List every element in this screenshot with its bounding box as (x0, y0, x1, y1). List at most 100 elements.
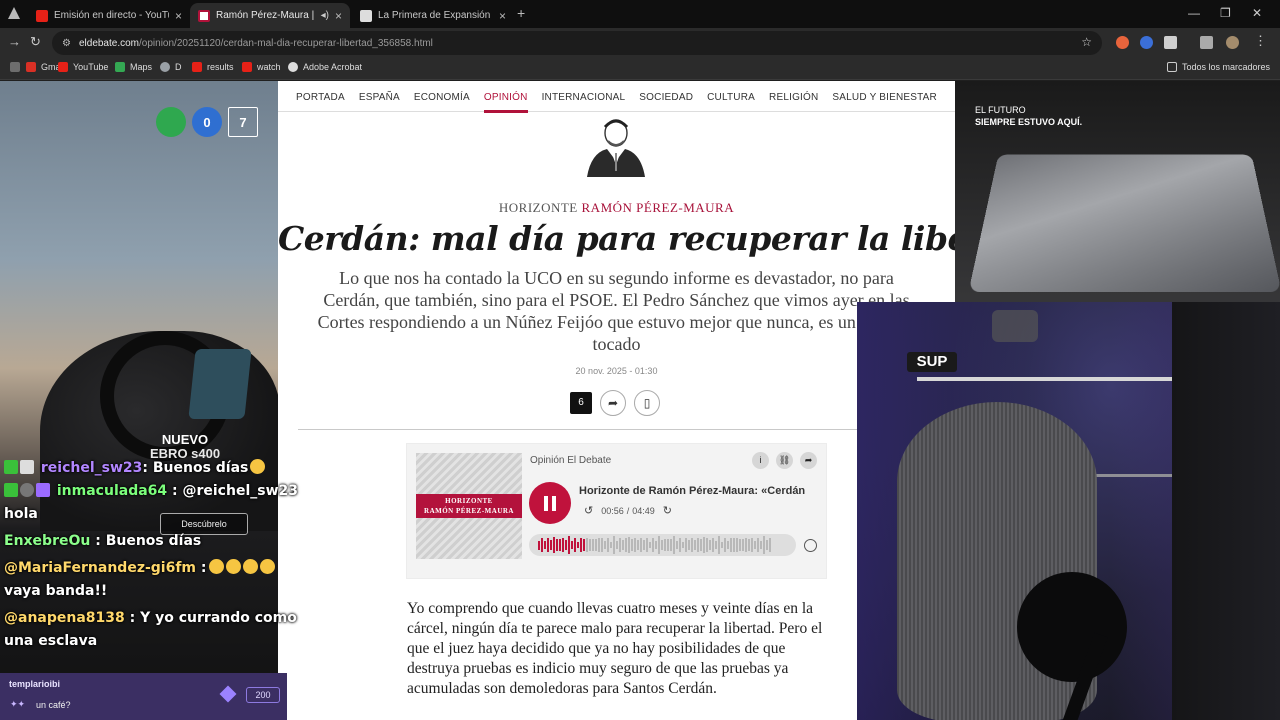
chat-user: inmaculada64 (56, 483, 168, 499)
chat-user: @MariaFernandez-gi6fm (4, 560, 197, 576)
audio-playing-icon[interactable]: ◂) (321, 10, 329, 21)
maximize-icon[interactable]: ❐ (1220, 6, 1231, 20)
waveform-bar (676, 540, 678, 550)
screen: Emisión en directo - YouTube Studio × Ra… (0, 0, 1280, 720)
bookmark-adobe-acrobat[interactable]: Adobe Acrobat (288, 62, 362, 72)
profile-avatar[interactable] (1226, 36, 1239, 49)
share-icon[interactable]: ➦ (800, 452, 817, 469)
eco-label-icon (156, 107, 186, 137)
rewind-icon[interactable]: ↺ (584, 504, 593, 517)
nav-portada[interactable]: PORTADA (296, 82, 345, 113)
tab-title: La Primera de Expansión sobre (378, 10, 493, 21)
nav-cultura[interactable]: CULTURA (707, 82, 755, 113)
door (1172, 302, 1280, 720)
waveform-bar (682, 541, 684, 549)
mod-badge-icon (20, 483, 34, 497)
flushed-face-icon (208, 559, 224, 574)
waveform-bar (754, 541, 756, 549)
speed-icon[interactable] (804, 539, 817, 552)
episode-title: Horizonte de Ramón Pérez-Maura: «Cerdán (579, 485, 806, 497)
url-text: eldebate.com/opinion/20251120/cerdan-mal… (79, 38, 433, 49)
share-icon[interactable]: ➦ (600, 390, 626, 416)
chat-user: reichel_sw23 (40, 460, 143, 476)
bits-count: 200 (246, 687, 280, 703)
nav-espana[interactable]: ESPAÑA (359, 82, 400, 113)
article-kicker: HORIZONTE RAMÓN PÉREZ-MAURA (278, 200, 955, 216)
waveform-bar (679, 537, 681, 553)
time-separator: / (626, 505, 630, 516)
tab-expansion[interactable]: La Primera de Expansión sobre × (352, 3, 514, 28)
tab-title: Ramón Pérez-Maura | Cerdán: mal día (216, 10, 315, 21)
waveform-bar (652, 537, 654, 553)
waveform-bar (601, 537, 603, 553)
waveform-bar (730, 537, 732, 553)
media-controls-icon[interactable] (1200, 36, 1213, 49)
forward-icon[interactable]: → (8, 34, 21, 49)
bookmark-star-icon[interactable]: ☆ (1081, 35, 1092, 49)
chat-message: EnxebreOu : Buenos días (4, 533, 202, 549)
waveform-bar (724, 537, 726, 553)
nav-opinion[interactable]: OPINIÓN (483, 82, 528, 113)
bookmark-youtube[interactable]: YouTube (58, 62, 108, 72)
waveform-bar (559, 539, 561, 551)
link-icon[interactable]: ⛓ (776, 452, 793, 469)
waveform-bar (715, 540, 717, 550)
minimize-icon[interactable]: — (1188, 6, 1200, 20)
tab-youtube-studio[interactable]: Emisión en directo - YouTube Studio × (28, 3, 190, 28)
tab-el-debate[interactable]: Ramón Pérez-Maura | Cerdán: mal día ◂) × (190, 3, 350, 28)
bookmark-results[interactable]: results (192, 62, 234, 72)
forward-icon[interactable]: ↻ (663, 504, 672, 517)
bits-gem-icon (219, 685, 237, 703)
article-page: PORTADA ESPAÑA ECONOMÍA OPINIÓN INTERNAC… (278, 81, 955, 720)
car-screen (188, 349, 252, 419)
waveform-bar (556, 538, 558, 552)
browser-menu-icon[interactable] (8, 7, 20, 19)
close-icon[interactable]: × (175, 9, 182, 23)
comments-button[interactable]: 6 (570, 392, 592, 414)
bookmark-apps-icon[interactable] (10, 62, 20, 72)
waveform-bar (640, 537, 642, 553)
site-info-icon[interactable]: ⚙ (62, 38, 71, 49)
all-bookmarks[interactable]: Todos los marcadores (1167, 62, 1270, 72)
waveform-bar (658, 536, 660, 554)
nav-economia[interactable]: ECONOMÍA (414, 82, 470, 113)
podcast-player: HORIZONTE RAMÓN PÉREZ-MAURA Opinión El D… (406, 443, 827, 579)
reload-icon[interactable]: ↻ (30, 34, 41, 50)
close-icon[interactable]: × (499, 9, 506, 23)
site-navigation: PORTADA ESPAÑA ECONOMÍA OPINIÓN INTERNAC… (278, 81, 955, 113)
new-tab-button[interactable]: + (517, 5, 525, 21)
waveform-bar (568, 536, 570, 554)
bookmark-watch[interactable]: watch (242, 62, 281, 72)
nav-internacional[interactable]: INTERNACIONAL (542, 82, 626, 113)
nav-salud[interactable]: SALUD Y BIENESTAR (832, 82, 937, 113)
bookmark-maps[interactable]: Maps (115, 62, 152, 72)
ad-nuevo: NUEVO (161, 432, 209, 447)
info-icon[interactable]: i (752, 452, 769, 469)
extension-icon[interactable] (1116, 36, 1129, 49)
close-icon[interactable]: × (335, 9, 342, 23)
waveform-bar (619, 537, 621, 553)
browser-menu-dots-icon[interactable]: ⋮ (1254, 33, 1267, 49)
address-bar[interactable]: ⚙ eldebate.com/opinion/20251120/cerdan-m… (52, 31, 1102, 55)
article-section[interactable]: HORIZONTE (499, 200, 578, 215)
extensions-puzzle-icon[interactable] (1164, 36, 1177, 49)
waveform-scrubber[interactable] (529, 534, 796, 556)
nav-religion[interactable]: RELIGIÓN (769, 82, 818, 113)
pause-button[interactable] (529, 482, 571, 524)
bookmark-icon[interactable]: ▯ (634, 390, 660, 416)
ad-badges: 0 7 (156, 107, 258, 137)
close-window-icon[interactable]: ✕ (1252, 6, 1262, 20)
article-author[interactable]: RAMÓN PÉREZ-MAURA (582, 200, 735, 215)
slogan-line2: SIEMPRE ESTUVO AQUÍ. (975, 117, 1083, 127)
extension-icon[interactable] (1140, 36, 1153, 49)
chat-message: @MariaFernandez-gi6fm : (0, 557, 287, 580)
waveform-bar (685, 537, 687, 553)
cheer-icon: ✦✦ (10, 699, 26, 709)
cover-line1: HORIZONTE (445, 497, 493, 505)
nav-sociedad[interactable]: SOCIEDAD (639, 82, 693, 113)
flushed-face-icon (259, 559, 275, 574)
waveform-bar (751, 537, 753, 553)
bookmark-d[interactable]: D (160, 62, 182, 72)
waveform-bar (574, 537, 576, 553)
highlight-message: un café? (36, 700, 71, 710)
